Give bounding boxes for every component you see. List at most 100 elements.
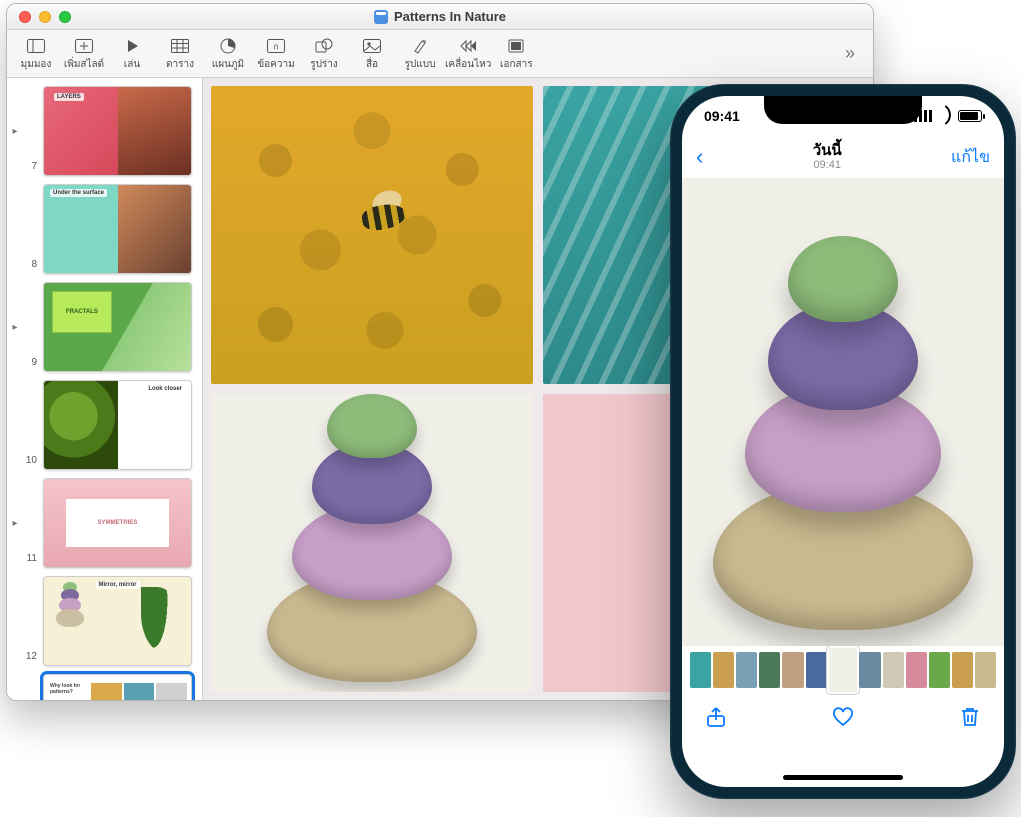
toolbar-format-button[interactable]: รูปแบบ bbox=[397, 32, 443, 76]
animate-icon bbox=[458, 36, 478, 56]
strip-thumbnail[interactable] bbox=[806, 652, 827, 688]
zoom-window-button[interactable] bbox=[59, 11, 71, 23]
strip-thumbnail[interactable] bbox=[906, 652, 927, 688]
wifi-icon bbox=[937, 110, 953, 122]
shape-icon bbox=[315, 36, 333, 56]
format-icon bbox=[412, 36, 428, 56]
toolbar-label: ตาราง bbox=[166, 57, 194, 72]
chart-icon bbox=[220, 36, 236, 56]
photos-toolbar bbox=[682, 694, 1004, 744]
toolbar-view-button[interactable]: มุมมอง bbox=[13, 32, 59, 76]
delete-button[interactable] bbox=[958, 705, 982, 734]
home-indicator[interactable] bbox=[783, 775, 903, 780]
trash-icon bbox=[958, 705, 982, 729]
toolbar-animate-button[interactable]: เคลื่อนไหว bbox=[445, 32, 491, 76]
strip-thumbnail[interactable] bbox=[859, 652, 880, 688]
toolbar-text-button[interactable]: ก ข้อความ bbox=[253, 32, 299, 76]
slide-number: 12 bbox=[23, 651, 37, 662]
strip-thumbnail[interactable] bbox=[759, 652, 780, 688]
toolbar-label: ข้อความ bbox=[257, 57, 294, 72]
toolbar-label: เอกสาร bbox=[500, 57, 533, 72]
window-title: Patterns In Nature bbox=[374, 9, 506, 24]
chevron-double-right-icon: » bbox=[845, 43, 855, 64]
slide-thumbnail-9[interactable]: ▸ 9 FRACTALS bbox=[7, 280, 200, 378]
slide-navigator[interactable]: ▸ 7 LAYERS ▸ 8 Under the surface ▸ 9 FRA… bbox=[7, 78, 203, 700]
toolbar-label: มุมมอง bbox=[21, 57, 52, 72]
toolbar-shape-button[interactable]: รูปร่าง bbox=[301, 32, 347, 76]
toolbar-play-button[interactable]: เล่น bbox=[109, 32, 155, 76]
nav-title-text: วันนี้ bbox=[813, 143, 842, 160]
disclosure-triangle-icon[interactable]: ▸ bbox=[7, 322, 23, 333]
window-title-text: Patterns In Nature bbox=[394, 9, 506, 24]
toolbar-overflow-button[interactable]: » bbox=[833, 43, 867, 64]
document-proxy-icon[interactable] bbox=[374, 10, 388, 24]
play-icon bbox=[125, 36, 139, 56]
table-icon bbox=[171, 36, 189, 56]
favorite-button[interactable] bbox=[831, 705, 855, 734]
strip-thumbnail[interactable] bbox=[736, 652, 757, 688]
chevron-left-icon: ‹ bbox=[696, 144, 703, 169]
photo-viewer[interactable] bbox=[682, 178, 1004, 646]
slide-thumbnail-7[interactable]: ▸ 7 LAYERS bbox=[7, 84, 200, 182]
titlebar[interactable]: Patterns In Nature bbox=[7, 4, 873, 30]
canvas-image-honeycomb[interactable] bbox=[211, 86, 533, 384]
share-icon bbox=[704, 705, 728, 729]
plus-icon bbox=[75, 36, 93, 56]
text-icon: ก bbox=[267, 36, 285, 56]
toolbar-media-button[interactable]: สื่อ bbox=[349, 32, 395, 76]
toolbar-label: เพิ่มสไลด์ bbox=[64, 57, 104, 72]
toolbar-label: รูปแบบ bbox=[405, 57, 436, 72]
toolbar-document-button[interactable]: เอกสาร bbox=[493, 32, 539, 76]
strip-thumbnail[interactable] bbox=[929, 652, 950, 688]
strip-thumbnail[interactable] bbox=[782, 652, 803, 688]
slide-thumbnail-11[interactable]: ▸ 11 SYMMETRIES bbox=[7, 476, 200, 574]
toolbar-label: แผนภูมิ bbox=[212, 57, 244, 72]
slide-thumbnail-10[interactable]: ▸ 10 Look closer bbox=[7, 378, 200, 476]
slide-number: 9 bbox=[23, 357, 37, 368]
slide-thumbnail-8[interactable]: ▸ 8 Under the surface bbox=[7, 182, 200, 280]
slide-number: 11 bbox=[23, 553, 37, 564]
toolbar-chart-button[interactable]: แผนภูมิ bbox=[205, 32, 251, 76]
toolbar-label: รูปร่าง bbox=[310, 57, 338, 72]
slide-thumbnail-12[interactable]: ▸ 12 Mirror, mirror bbox=[7, 574, 200, 672]
status-time: 09:41 bbox=[704, 108, 740, 124]
media-icon bbox=[363, 36, 381, 56]
nav-subtitle-text: 09:41 bbox=[813, 159, 842, 171]
toolbar: มุมมอง เพิ่มสไลด์ เล่น ตาราง แผนภูมิ bbox=[7, 30, 873, 78]
toolbar-label: เล่น bbox=[124, 57, 140, 72]
slide-number: 8 bbox=[23, 259, 37, 270]
edit-button[interactable]: แก้ไข bbox=[951, 145, 990, 170]
slide-number: 7 bbox=[23, 161, 37, 172]
battery-icon bbox=[958, 110, 982, 122]
toolbar-add-slide-button[interactable]: เพิ่มสไลด์ bbox=[61, 32, 107, 76]
slide-number: 10 bbox=[23, 455, 37, 466]
strip-thumbnail[interactable] bbox=[829, 648, 858, 692]
strip-thumbnail[interactable] bbox=[690, 652, 711, 688]
heart-icon bbox=[831, 705, 855, 729]
sidebar-icon bbox=[27, 36, 45, 56]
toolbar-label: เคลื่อนไหว bbox=[445, 57, 491, 72]
toolbar-table-button[interactable]: ตาราง bbox=[157, 32, 203, 76]
strip-thumbnail[interactable] bbox=[975, 652, 996, 688]
canvas-image-sea-urchin-stack[interactable] bbox=[211, 394, 533, 692]
close-window-button[interactable] bbox=[19, 11, 31, 23]
svg-text:ก: ก bbox=[273, 41, 278, 51]
back-button[interactable]: ‹ bbox=[696, 144, 703, 170]
document-icon bbox=[507, 36, 525, 56]
iphone-notch bbox=[764, 96, 922, 124]
bee-icon bbox=[346, 193, 416, 239]
photos-nav-bar: ‹ วันนี้ 09:41 แก้ไข bbox=[682, 136, 1004, 178]
strip-thumbnail[interactable] bbox=[952, 652, 973, 688]
disclosure-triangle-icon[interactable]: ▸ bbox=[7, 126, 23, 137]
window-controls bbox=[19, 11, 71, 23]
disclosure-triangle-icon[interactable]: ▸ bbox=[7, 518, 23, 529]
share-button[interactable] bbox=[704, 705, 728, 734]
slide-thumbnail-13[interactable]: ▸ 13 Why look for patterns? bbox=[7, 672, 200, 700]
minimize-window-button[interactable] bbox=[39, 11, 51, 23]
strip-thumbnail[interactable] bbox=[713, 652, 734, 688]
strip-thumbnail[interactable] bbox=[883, 652, 904, 688]
toolbar-label: สื่อ bbox=[366, 57, 378, 72]
nav-title: วันนี้ 09:41 bbox=[813, 143, 842, 172]
photo-thumbnail-strip[interactable] bbox=[682, 646, 1004, 694]
iphone-device: 09:41 ‹ วันนี้ 09:41 แก้ไข bbox=[670, 84, 1016, 799]
